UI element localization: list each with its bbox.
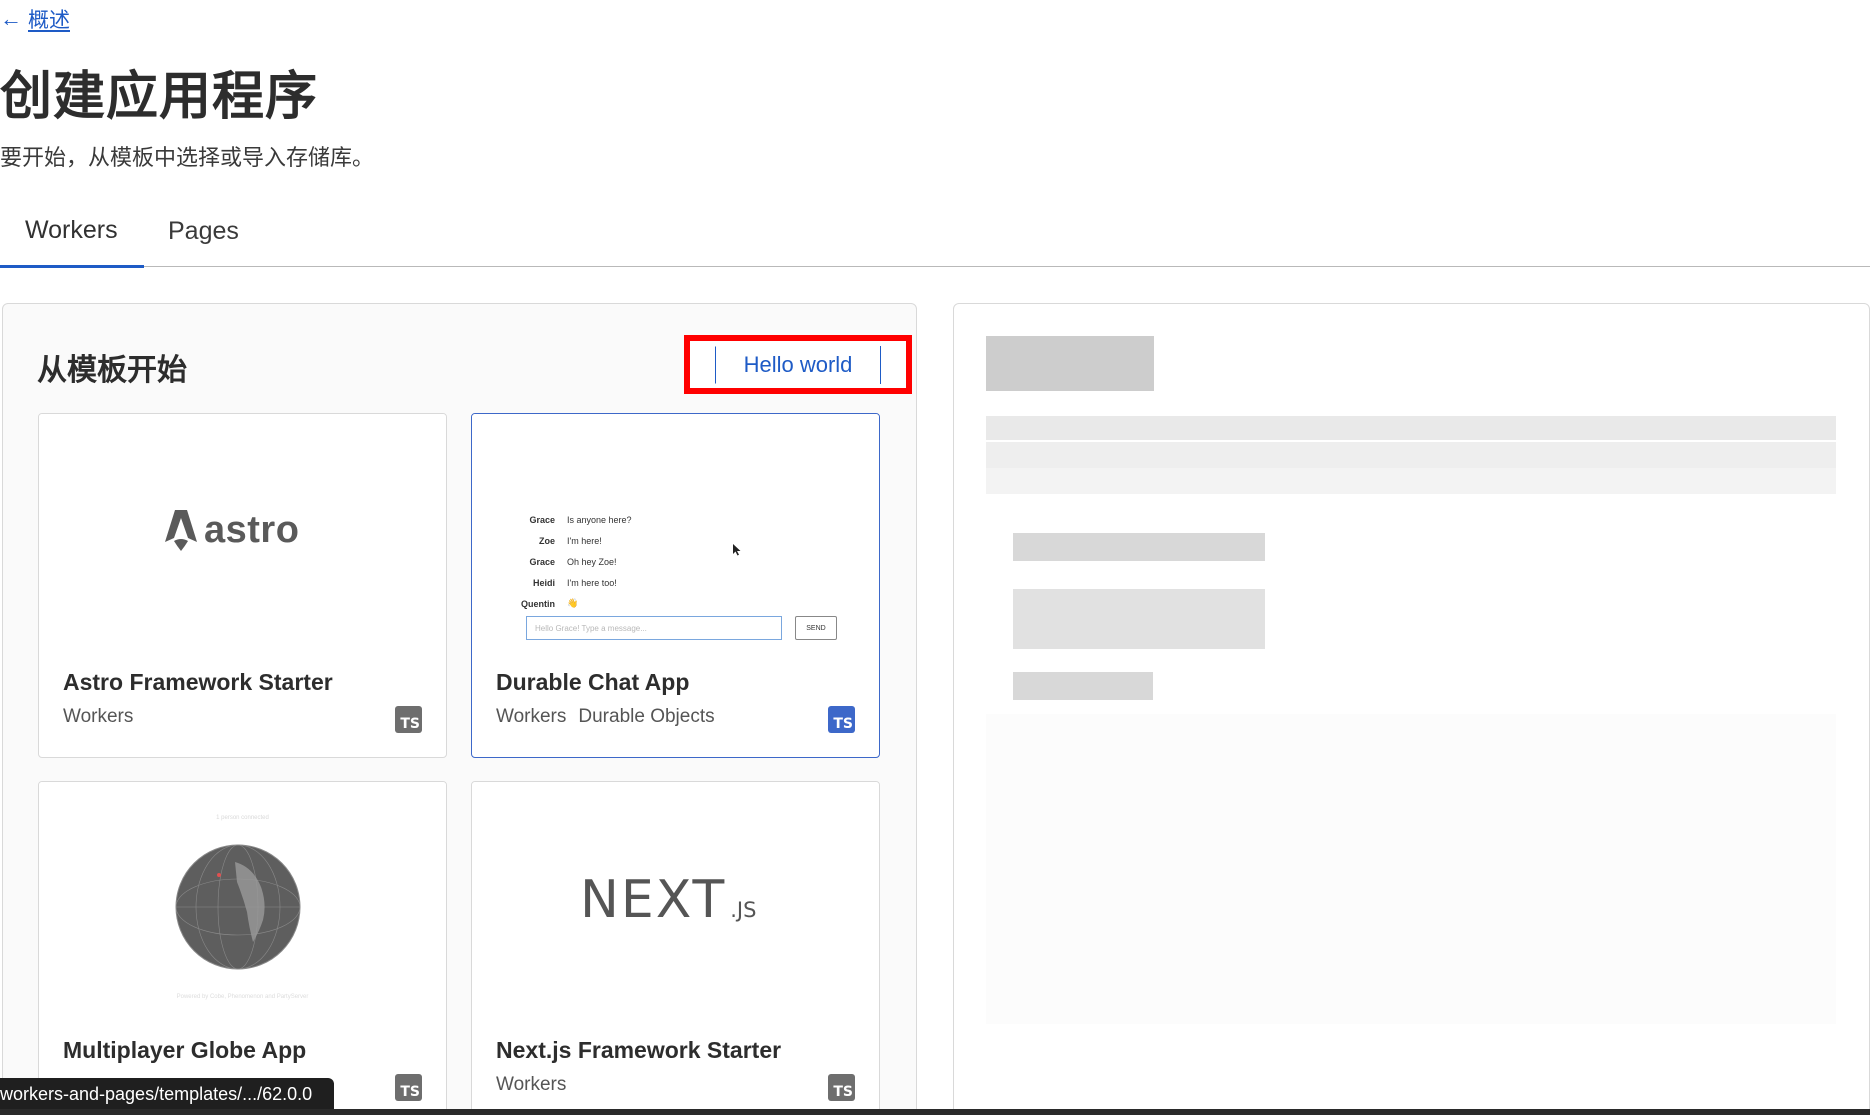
card-thumbnail: Grace Is anyone here? Zoe I'm here! Grace O… xyxy=(472,414,879,644)
chat-text: I'm here too! xyxy=(567,577,617,588)
typescript-icon: TS xyxy=(828,706,855,733)
chat-text: Is anyone here? xyxy=(567,514,632,525)
card-tags: Workers Durable Objects xyxy=(496,706,715,728)
globe-preview-subtitle: 1 person connected xyxy=(216,815,269,821)
hello-world-button[interactable]: Hello world xyxy=(715,346,881,384)
blurred-label xyxy=(1013,533,1265,561)
astro-logo: astro xyxy=(164,508,299,552)
card-tags: Workers xyxy=(496,1074,566,1096)
blurred-text-line xyxy=(986,442,1836,468)
chat-input-preview: Hello Grace! Type a message... xyxy=(526,616,782,640)
page: ← 概述 创建应用程序 要开始，从模板中选择或导入存储库。 Workers Pa… xyxy=(0,0,1870,1115)
blurred-text-line xyxy=(986,416,1836,440)
blurred-area xyxy=(986,714,1836,1024)
astro-rocket-icon xyxy=(165,510,197,551)
status-bar-url: workers-and-pages/templates/.../62.0.0 xyxy=(0,1078,334,1110)
chat-text: I'm here! xyxy=(567,535,602,546)
typescript-icon: TS xyxy=(828,1074,855,1101)
card-tags: Workers xyxy=(63,706,133,728)
card-title: Multiplayer Globe App xyxy=(63,1037,307,1063)
card-title: Next.js Framework Starter xyxy=(496,1037,782,1063)
back-link[interactable]: ← 概述 xyxy=(0,4,70,34)
globe-preview-footer: Powered by Cobe, Phenomenon and PartySer… xyxy=(176,994,309,1000)
tab-workers[interactable]: Workers xyxy=(0,208,144,268)
nextjs-logo: NEXT .JS xyxy=(580,870,756,930)
globe-icon xyxy=(175,844,301,970)
typescript-icon: TS xyxy=(395,706,422,733)
template-card-durable-chat[interactable]: Grace Is anyone here? Zoe I'm here! Grace O… xyxy=(471,413,880,758)
chat-text: 👋 xyxy=(567,598,579,608)
blurred-block xyxy=(1013,589,1265,649)
card-tag: Durable Objects xyxy=(578,706,715,727)
chat-user: Grace xyxy=(529,514,555,525)
page-subtitle: 要开始，从模板中选择或导入存储库。 xyxy=(0,146,375,171)
chat-user: Quentin xyxy=(521,598,555,609)
globe-preview-title: Where's everyone at? xyxy=(185,794,300,806)
chat-user: Grace xyxy=(529,556,555,567)
page-title: 创建应用程序 xyxy=(0,67,319,127)
arrow-left-icon: ← xyxy=(0,6,22,31)
card-thumbnail: NEXT .JS xyxy=(472,782,879,1012)
blurred-text-line xyxy=(986,468,1836,494)
bottom-bar xyxy=(0,1109,1870,1115)
chat-preview: Grace Is anyone here? Zoe I'm here! Grace O… xyxy=(512,509,832,614)
tab-bar: Workers Pages xyxy=(0,208,1870,268)
tab-pages[interactable]: Pages xyxy=(143,208,264,267)
hello-world-button-edge xyxy=(880,346,900,384)
chat-send-preview: SEND xyxy=(795,616,837,640)
mouse-cursor-icon xyxy=(733,544,741,556)
chat-user: Heidi xyxy=(532,577,555,588)
card-title: Astro Framework Starter xyxy=(63,669,333,695)
nextjs-logo-suffix: .JS xyxy=(730,898,757,922)
blurred-heading xyxy=(986,336,1154,391)
card-tag: Workers xyxy=(496,1074,567,1095)
blurred-label xyxy=(1013,672,1153,700)
template-card-astro[interactable]: astro Astro Framework Starter Workers TS xyxy=(38,413,447,758)
chat-text: Oh hey Zoe! xyxy=(567,556,617,567)
back-link-label[interactable]: 概述 xyxy=(28,4,70,34)
card-thumbnail: Where's everyone at? 1 person connected … xyxy=(39,782,446,1012)
template-card-nextjs[interactable]: NEXT .JS Next.js Framework Starter Worke… xyxy=(471,781,880,1115)
import-repository-panel xyxy=(953,303,1870,1115)
card-tag: Workers xyxy=(63,706,134,727)
astro-logo-text: astro xyxy=(204,508,300,551)
typescript-icon: TS xyxy=(395,1074,422,1101)
templates-section-title: 从模板开始 xyxy=(37,353,187,388)
nextjs-logo-text: NEXT xyxy=(580,870,727,930)
card-tag: Workers xyxy=(496,706,567,727)
card-thumbnail: astro xyxy=(39,414,446,644)
template-card-multiplayer-globe[interactable]: Where's everyone at? 1 person connected … xyxy=(38,781,447,1115)
chat-user: Zoe xyxy=(538,535,555,546)
card-title: Durable Chat App xyxy=(496,669,690,695)
